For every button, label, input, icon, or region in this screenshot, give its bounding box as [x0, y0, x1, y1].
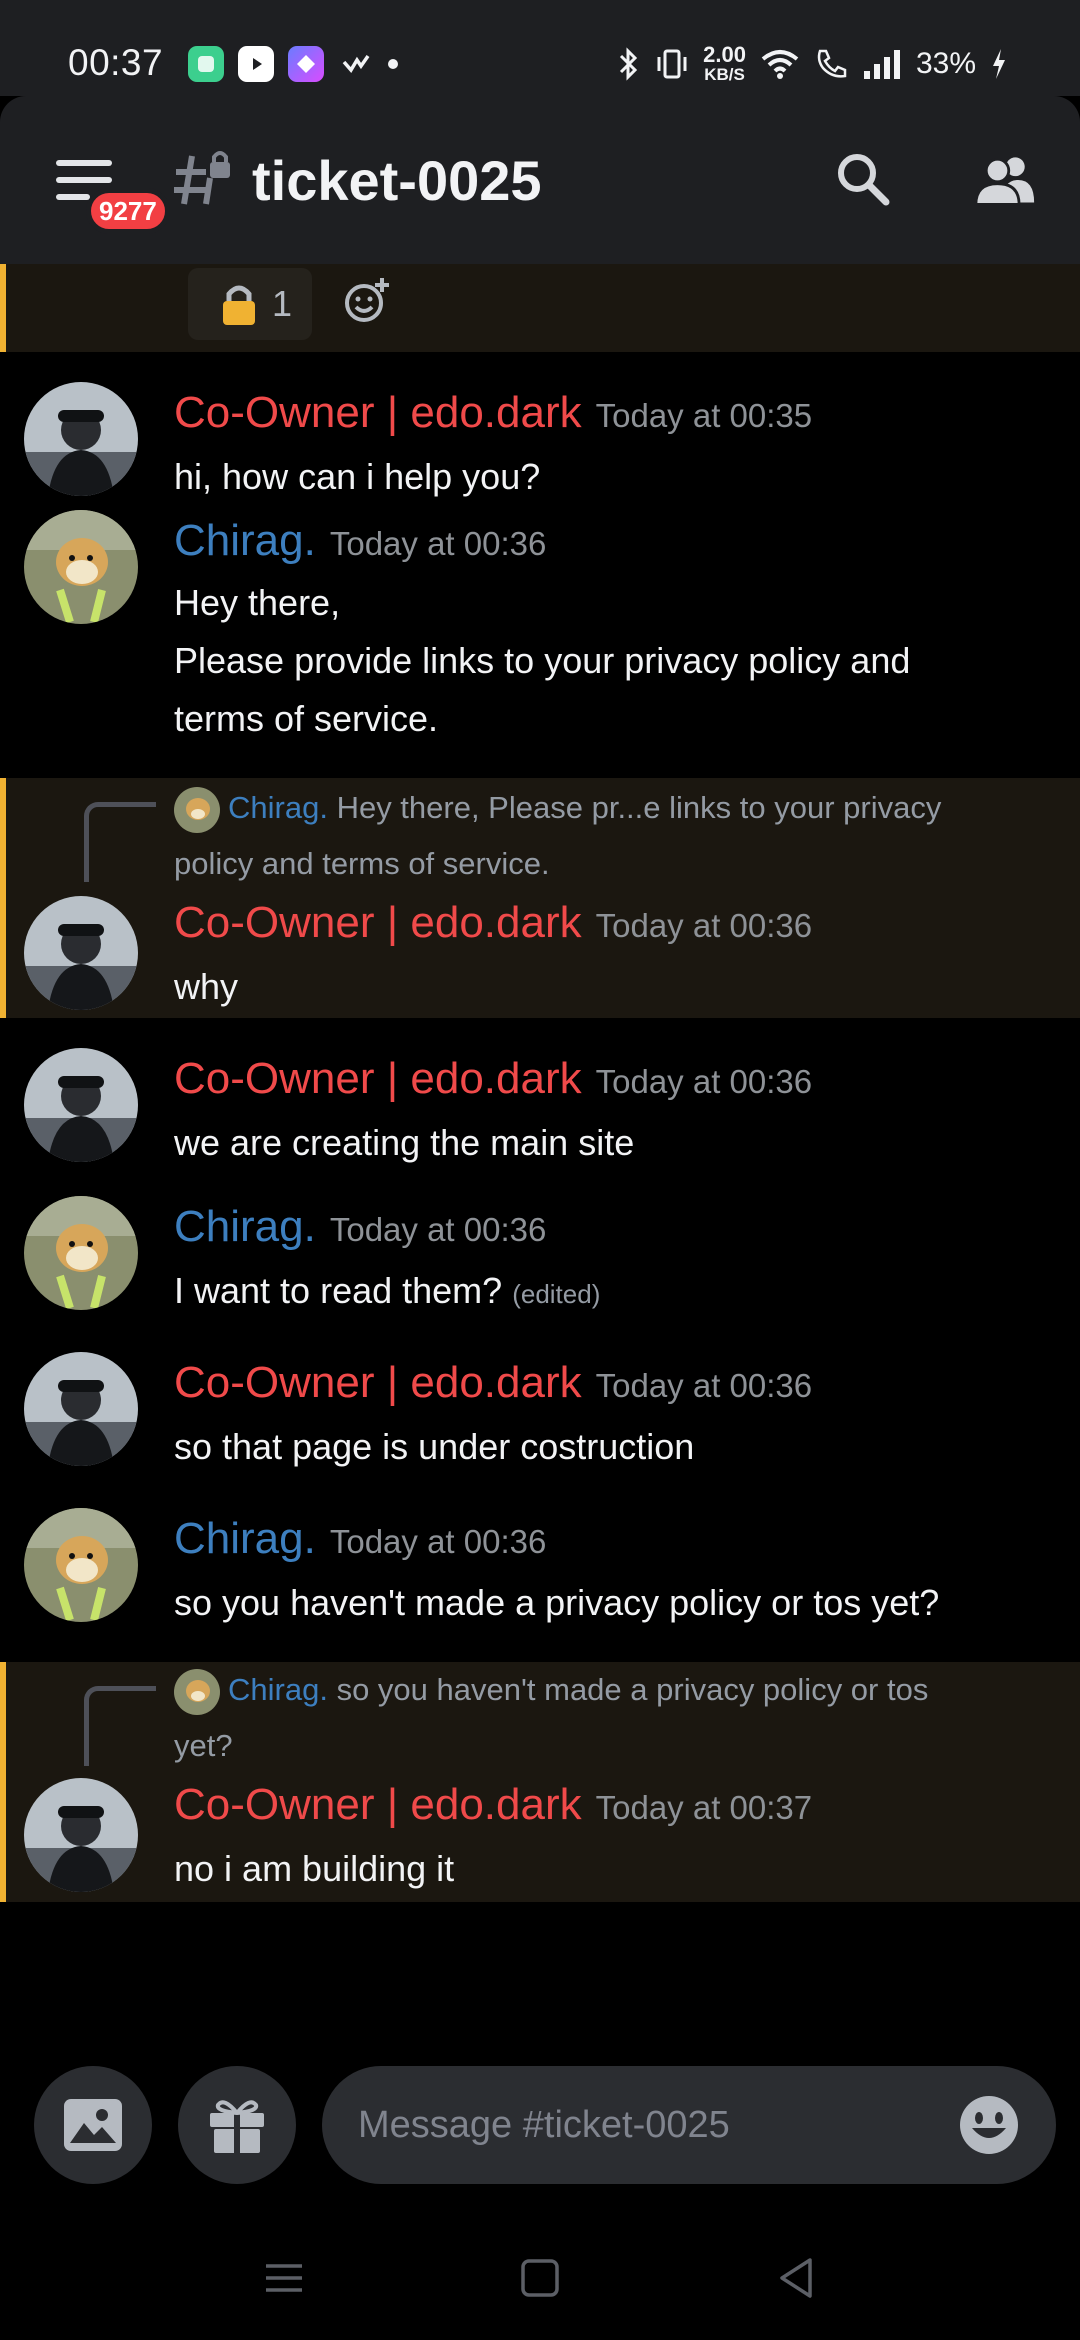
status-time: 00:37: [68, 42, 164, 83]
edited-label: (edited): [512, 1279, 601, 1309]
avatar[interactable]: [24, 1508, 138, 1622]
image-icon: [64, 2099, 122, 2151]
avatar[interactable]: [24, 1778, 138, 1892]
system-navigation-bar: [0, 2220, 1080, 2340]
message[interactable]: Co-Owner | edo.dark Today at 00:36 so tha…: [0, 1330, 1080, 1486]
status-system-icons: 2.00 KB/S 33%: [617, 44, 1008, 83]
reply-preview[interactable]: Chirag. so you haven't made a privacy po…: [174, 1662, 1034, 1774]
message-reply-highlighted[interactable]: Chirag. so you haven't made a privacy po…: [0, 1662, 1080, 1902]
lock-emoji-icon: [223, 285, 255, 325]
unread-badge: 9277: [86, 188, 170, 234]
reply-text: so you haven't made a privacy policy or …: [336, 1672, 929, 1707]
message-author[interactable]: Co-Owner | edo.dark: [174, 388, 582, 437]
call-icon: [817, 49, 847, 78]
reply-text-cont: policy and terms of service.: [174, 846, 550, 881]
message[interactable]: Chirag. Today at 00:36 Hey there, Please …: [0, 508, 1080, 778]
message-timestamp: Today at 00:35: [595, 397, 813, 434]
message-author[interactable]: Co-Owner | edo.dark: [174, 1054, 582, 1103]
reply-author: Chirag.: [228, 790, 328, 825]
previous-message-reactions: 1: [0, 264, 1080, 352]
message-reply-highlighted[interactable]: Chirag. Hey there, Please pr...e links t…: [0, 778, 1080, 1018]
message-author[interactable]: Chirag.: [174, 1514, 316, 1563]
message-input-placeholder: Message #ticket-0025: [358, 2104, 730, 2146]
search-icon[interactable]: [832, 148, 894, 210]
status-bar: 00:37 2.00 KB/S 33%: [0, 0, 1080, 96]
charging-icon: [993, 48, 1005, 79]
avatar[interactable]: [24, 1352, 138, 1466]
message-timestamp: Today at 00:36: [595, 1367, 813, 1404]
youtube-icon: [238, 46, 274, 82]
message-input[interactable]: Message #ticket-0025: [322, 2066, 1056, 2184]
message-content: no i am building it: [174, 1848, 455, 1889]
image-button[interactable]: [34, 2066, 152, 2184]
gift-icon: [210, 2100, 264, 2153]
message-timestamp: Today at 00:36: [595, 907, 813, 944]
add-reaction-icon[interactable]: [342, 276, 392, 326]
message-timestamp: Today at 00:36: [329, 525, 547, 562]
message-timestamp: Today at 00:36: [329, 1211, 547, 1248]
channel-title: ticket-0025: [252, 149, 542, 212]
check-icon: [338, 46, 374, 82]
message-timestamp: Today at 00:36: [329, 1523, 547, 1560]
message[interactable]: Chirag. Today at 00:36 I want to read the…: [0, 1174, 1080, 1330]
message-content: hi, how can i help you?: [174, 456, 541, 497]
avatar[interactable]: [24, 1048, 138, 1162]
message-content: we are creating the main site: [174, 1122, 635, 1163]
battery-percent: 33%: [915, 46, 976, 80]
network-speed: 2.00 KB/S: [703, 42, 746, 84]
reply-author: Chirag.: [228, 1672, 328, 1707]
vibrate-icon: [657, 49, 687, 78]
gift-button[interactable]: [178, 2066, 296, 2184]
reply-avatar: [174, 1668, 220, 1715]
message-timestamp: Today at 00:36: [595, 1063, 813, 1100]
reaction-count: 1: [272, 283, 293, 324]
message-author[interactable]: Co-Owner | edo.dark: [174, 1358, 582, 1407]
reply-text-cont: yet?: [174, 1728, 233, 1763]
message[interactable]: Co-Owner | edo.dark Today at 00:36 we are…: [0, 1018, 1080, 1174]
message-content: Hey there, Please provide links to your …: [174, 582, 911, 739]
message-author[interactable]: Chirag.: [174, 516, 316, 565]
message-content: why: [174, 966, 239, 1007]
wifi-icon: [761, 49, 799, 79]
reaction-lock[interactable]: 1: [188, 268, 312, 340]
message-author[interactable]: Co-Owner | edo.dark: [174, 898, 582, 947]
message-list[interactable]: Co-Owner | edo.dark Today at 00:35 hi, ho…: [0, 352, 1080, 1902]
avatar[interactable]: [24, 896, 138, 1010]
reply-connector: [84, 1686, 156, 1766]
message-content: so you haven't made a privacy policy or …: [174, 1582, 940, 1623]
message-composer: Message #ticket-0025: [0, 2060, 1080, 2186]
members-icon[interactable]: [974, 148, 1036, 210]
bluetooth-icon: [620, 46, 638, 81]
reply-text: Hey there, Please pr...e links to your p…: [336, 790, 942, 825]
channel-header: 9277 ticket-0025: [0, 96, 1080, 264]
message-timestamp: Today at 00:37: [595, 1789, 813, 1826]
reply-connector: [84, 802, 156, 882]
signal-icon: [863, 49, 900, 79]
avatar[interactable]: [24, 510, 138, 624]
app-green-icon: [188, 46, 224, 82]
reply-avatar: [174, 786, 220, 833]
recent-apps-icon[interactable]: [262, 2256, 306, 2300]
app-purple-icon: [288, 46, 324, 82]
avatar[interactable]: [24, 382, 138, 496]
home-icon[interactable]: [518, 2256, 562, 2300]
emoji-icon[interactable]: [958, 2094, 1020, 2156]
more-notifications-dot: [388, 59, 398, 69]
message-author[interactable]: Co-Owner | edo.dark: [174, 1780, 582, 1829]
message-content: so that page is under costruction: [174, 1426, 695, 1467]
message-author[interactable]: Chirag.: [174, 1202, 316, 1251]
message-content: I want to read them? (edited): [174, 1270, 601, 1311]
reply-preview[interactable]: Chirag. Hey there, Please pr...e links t…: [174, 780, 1034, 892]
locked-channel-icon: [174, 151, 230, 205]
back-icon[interactable]: [774, 2256, 818, 2300]
status-notification-icons: [188, 46, 398, 82]
message[interactable]: Chirag. Today at 00:36 so you haven't mad…: [0, 1486, 1080, 1662]
avatar[interactable]: [24, 1196, 138, 1310]
message[interactable]: Co-Owner | edo.dark Today at 00:35 hi, ho…: [0, 352, 1080, 508]
